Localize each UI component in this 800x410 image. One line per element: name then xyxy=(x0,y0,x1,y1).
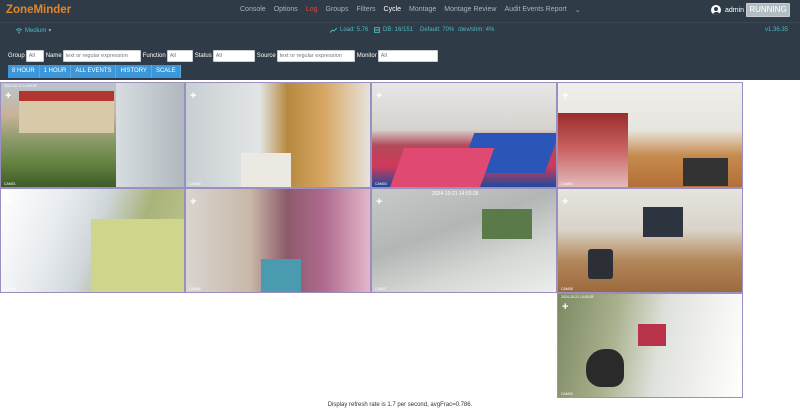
monitor-timestamp: 2024-10-21 14:50:28 xyxy=(561,295,594,299)
refresh-rate-text: Display refresh rate is 1.7 per second, … xyxy=(327,402,473,408)
status-label: Status xyxy=(194,53,212,59)
monitor-name: CAM03 xyxy=(375,182,387,186)
database-icon xyxy=(374,27,380,33)
name-label: Name xyxy=(45,53,62,59)
roof-image xyxy=(91,219,184,292)
shm-stat: /dev/shm: 4% xyxy=(458,27,494,33)
pink-mat-image xyxy=(389,148,495,187)
wifi-icon xyxy=(15,27,23,34)
monitor-view-2[interactable]: + CAM02 xyxy=(185,82,371,188)
nav-console[interactable]: Console xyxy=(240,6,266,14)
nav-options[interactable]: Options xyxy=(274,6,298,14)
function-label: Function xyxy=(142,53,166,59)
storage-stat: Default: 70% xyxy=(420,27,454,33)
trees-image xyxy=(482,209,532,239)
add-icon[interactable]: + xyxy=(190,91,196,102)
chart-line-icon xyxy=(330,27,337,33)
monitor-name: CAM07 xyxy=(375,287,387,291)
monitor-select[interactable] xyxy=(377,50,438,62)
house-image xyxy=(19,91,114,133)
name-filter-input[interactable] xyxy=(62,50,141,62)
top-navbar: ZoneMinder Console Options Log Groups Fi… xyxy=(0,0,800,22)
8-hour-button[interactable]: 8 HOUR xyxy=(8,65,40,78)
nav-montage[interactable]: Montage xyxy=(409,6,436,14)
storage-text: Default: 70% xyxy=(420,27,455,33)
monitor-name: CAM09 xyxy=(561,392,573,396)
floor-image xyxy=(241,153,291,187)
table-image xyxy=(683,158,728,186)
monitor-view-4[interactable]: + CAM04 xyxy=(557,82,743,188)
function-select[interactable] xyxy=(166,50,193,62)
monitor-timestamp: 2024-10-21 14:50:28 xyxy=(432,191,479,197)
status-bar: Medium ▾ Load: 5.76 DB: 16/151 Default: … xyxy=(0,22,800,40)
monitor-view-8[interactable]: + CAM08 xyxy=(557,188,743,293)
monitor-label: Monitor xyxy=(356,53,377,59)
nav-groups[interactable]: Groups xyxy=(326,6,349,14)
add-icon[interactable]: + xyxy=(5,197,11,208)
nav-log[interactable]: Log xyxy=(306,6,318,14)
username: admin xyxy=(725,6,745,14)
run-state-button[interactable]: RUNNING xyxy=(746,3,790,17)
load-text: Load: 5.76 xyxy=(340,27,369,33)
monitor-view-1[interactable]: 2024-10-21 14:50:28 + CAM01 xyxy=(0,82,185,188)
version-label: v1.36.35 xyxy=(765,27,789,33)
monitor-view-7[interactable]: 2024-10-21 14:50:28 + CAM07 xyxy=(371,188,557,293)
nav-audit-events-report[interactable]: Audit Events Report xyxy=(504,6,566,14)
nav-montage-review[interactable]: Montage Review xyxy=(444,6,496,14)
load-stat: Load: 5.76 xyxy=(330,27,368,33)
event-buttons: 8 HOUR 1 HOUR ALL EVENTS HISTORY SCALE xyxy=(8,65,181,78)
desk-image xyxy=(643,207,683,237)
add-icon[interactable]: + xyxy=(376,197,382,208)
wall-image xyxy=(116,83,184,187)
group-label: Group xyxy=(8,53,25,59)
monitor-view-6[interactable]: + CAM06 xyxy=(185,188,371,293)
app-logo[interactable]: ZoneMinder xyxy=(6,4,71,16)
user-avatar-icon xyxy=(711,5,721,15)
db-text: DB: 16/151 xyxy=(383,27,414,33)
add-icon[interactable]: + xyxy=(5,91,11,102)
add-icon[interactable]: + xyxy=(562,91,568,102)
monitor-view-3[interactable]: + CAM03 xyxy=(371,82,557,188)
monitor-name: CAM08 xyxy=(561,287,573,291)
status-select[interactable] xyxy=(212,50,255,62)
chevron-down-icon[interactable]: ⌄ xyxy=(575,6,581,14)
clothes-image xyxy=(261,259,301,292)
source-label: Source xyxy=(256,53,276,59)
bandwidth-selector[interactable]: Medium ▾ xyxy=(15,27,51,34)
history-button[interactable]: HISTORY xyxy=(116,65,152,78)
group-select[interactable] xyxy=(25,50,44,62)
monitor-name: CAM01 xyxy=(4,182,16,186)
user-menu[interactable]: admin xyxy=(711,5,744,15)
add-icon[interactable]: + xyxy=(376,91,382,102)
motorbike-image xyxy=(638,324,666,346)
all-events-button[interactable]: ALL EVENTS xyxy=(71,65,117,78)
add-icon[interactable]: + xyxy=(562,197,568,208)
monitor-name: CAM02 xyxy=(189,182,201,186)
add-icon[interactable]: + xyxy=(190,197,196,208)
shelf-image xyxy=(558,113,628,187)
nav-filters[interactable]: Filters xyxy=(356,6,375,14)
monitor-name: CAM05 xyxy=(4,287,16,291)
chevron-down-icon: ▾ xyxy=(48,28,52,34)
monitor-timestamp: 2024-10-21 14:50:28 xyxy=(4,84,37,88)
add-icon[interactable]: + xyxy=(562,302,568,313)
shm-text: /dev/shm: 4% xyxy=(458,27,495,33)
db-stat: DB: 16/151 xyxy=(374,27,413,33)
bandwidth-label: Medium xyxy=(25,27,47,34)
filter-row: Group Name Function Status Source Monito… xyxy=(8,50,440,62)
monitor-view-5[interactable]: + CAM05 xyxy=(0,188,185,293)
scooter-image xyxy=(586,349,624,387)
monitor-name: CAM06 xyxy=(189,287,201,291)
chair-image xyxy=(588,249,613,279)
monitor-name: CAM04 xyxy=(561,182,573,186)
source-filter-input[interactable] xyxy=(276,50,355,62)
scale-button[interactable]: SCALE xyxy=(151,65,181,78)
1-hour-button[interactable]: 1 HOUR xyxy=(39,65,72,78)
monitor-view-9[interactable]: 2024-10-21 14:50:28 + CAM09 xyxy=(557,293,743,398)
nav-cycle[interactable]: Cycle xyxy=(384,6,402,14)
main-nav: Console Options Log Groups Filters Cycle… xyxy=(240,6,589,14)
